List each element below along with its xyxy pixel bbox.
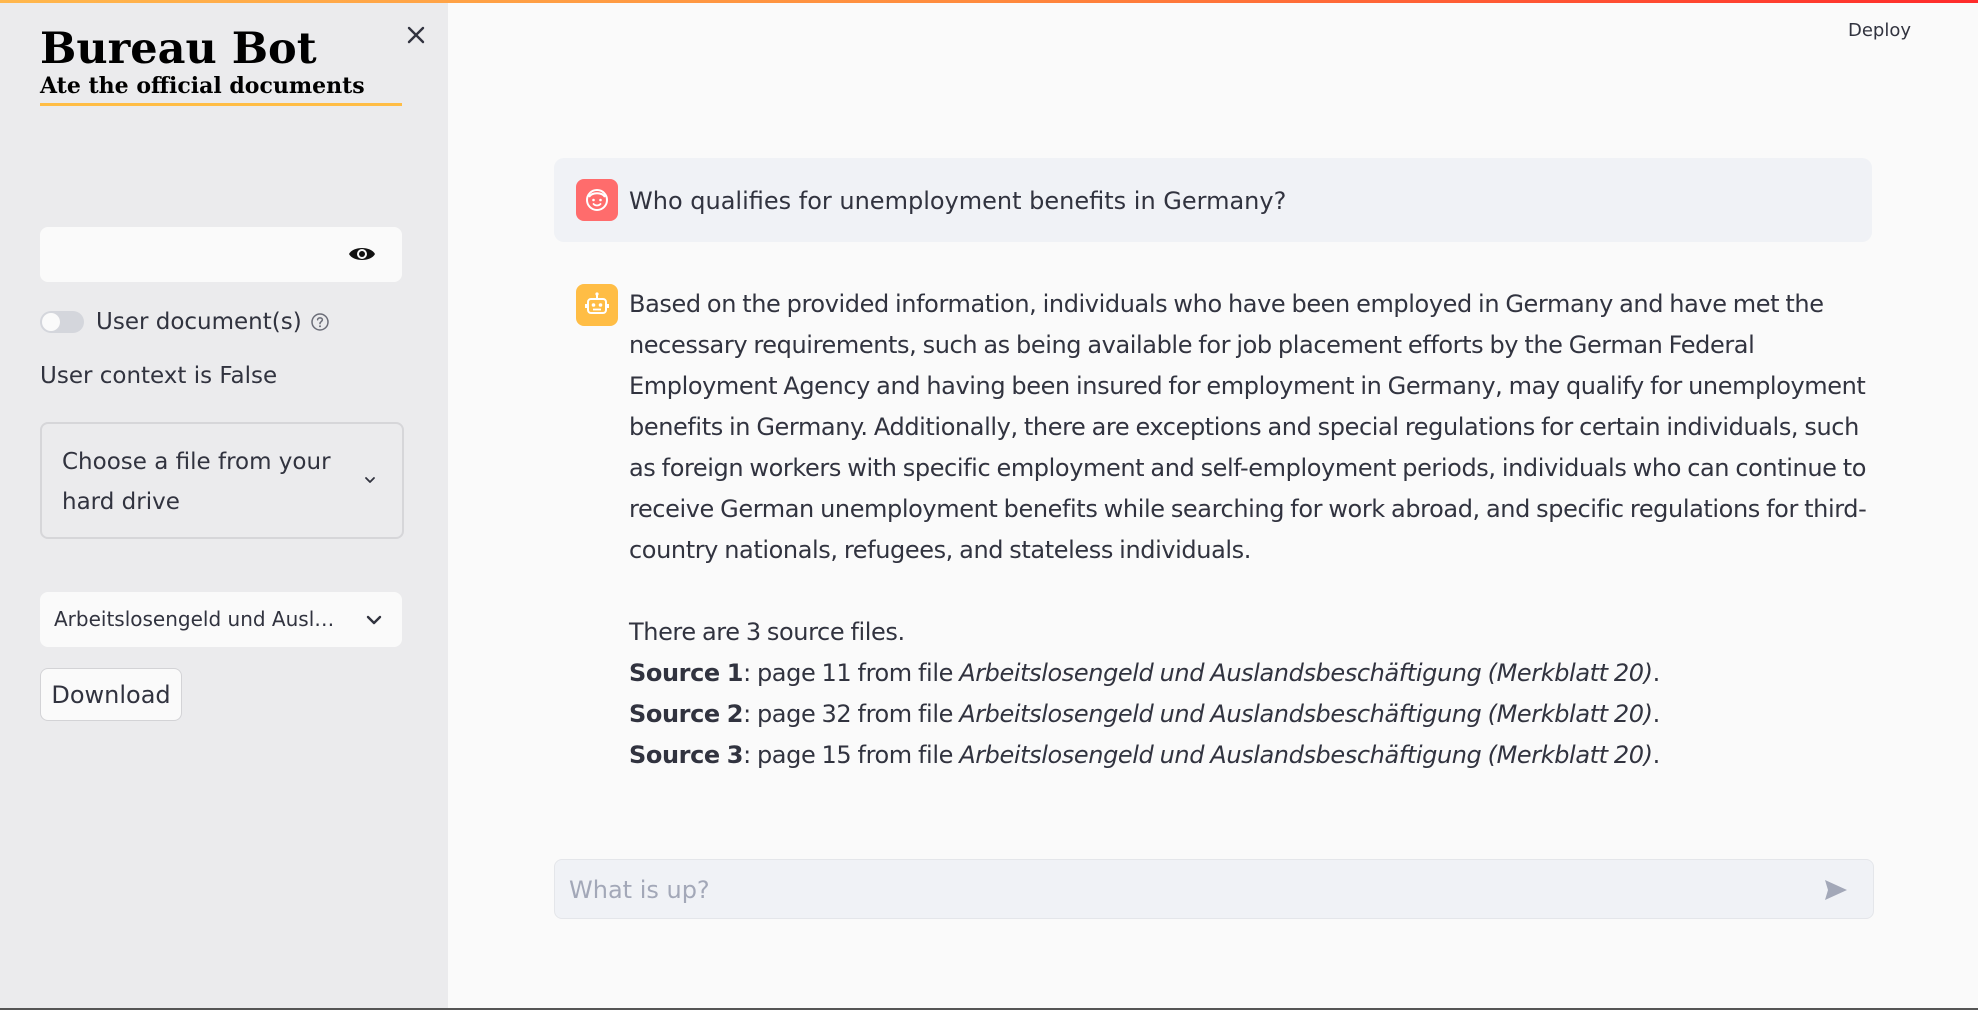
source-page: : page 11 from file bbox=[743, 659, 960, 687]
user-avatar bbox=[576, 179, 618, 221]
toggle-knob bbox=[42, 313, 60, 331]
chat-input[interactable] bbox=[567, 872, 1801, 908]
source-line: Source 1: page 11 from file Arbeitslosen… bbox=[629, 653, 1879, 694]
source-file: Arbeitslosengeld und Auslandsbeschäftigu… bbox=[959, 659, 1653, 687]
robot-icon bbox=[585, 292, 609, 314]
source-label: Source 2 bbox=[629, 700, 744, 728]
close-sidebar-button[interactable] bbox=[402, 21, 430, 49]
user-documents-toggle-row: User document(s) bbox=[40, 305, 330, 339]
source-page: : page 15 from file bbox=[743, 741, 960, 769]
source-end: . bbox=[1652, 700, 1661, 728]
download-button[interactable]: Download bbox=[40, 668, 182, 721]
source-line: Source 2: page 32 from file Arbeitslosen… bbox=[629, 694, 1879, 735]
app-subtitle: Ate the official documents bbox=[40, 71, 402, 106]
chevron-down-icon bbox=[366, 615, 382, 625]
document-select-value: Arbeitslosengeld und Auslan… bbox=[54, 607, 344, 631]
user-face-icon bbox=[586, 189, 608, 211]
close-icon bbox=[407, 26, 425, 44]
password-field[interactable] bbox=[40, 227, 402, 282]
chevron-down-icon bbox=[365, 477, 375, 483]
source-file: Arbeitslosengeld und Auslandsbeschäftigu… bbox=[959, 700, 1653, 728]
source-label: Source 1 bbox=[629, 659, 744, 687]
source-page: : page 32 from file bbox=[743, 700, 960, 728]
source-end: . bbox=[1652, 659, 1661, 687]
eye-icon[interactable] bbox=[348, 243, 376, 265]
user-message-text: Who qualifies for unemployment benefits … bbox=[629, 187, 1287, 215]
app-title: Bureau Bot bbox=[40, 24, 317, 74]
deploy-button[interactable]: Deploy bbox=[1848, 20, 1911, 41]
assistant-avatar bbox=[576, 284, 618, 326]
sources-summary: There are 3 source files. bbox=[629, 618, 905, 646]
source-label: Source 3 bbox=[629, 741, 744, 769]
user-documents-toggle[interactable] bbox=[40, 311, 84, 333]
toggle-label: User document(s) bbox=[96, 309, 302, 335]
source-file: Arbeitslosengeld und Auslandsbeschäftigu… bbox=[959, 741, 1653, 769]
chat-input-container bbox=[554, 859, 1874, 919]
help-icon[interactable] bbox=[310, 312, 330, 332]
sidebar: Bureau Bot Ate the official documents Us… bbox=[0, 3, 448, 1008]
source-line: Source 3: page 15 from file Arbeitslosen… bbox=[629, 735, 1879, 776]
send-icon[interactable] bbox=[1823, 878, 1849, 902]
assistant-message-text: Based on the provided information, indiv… bbox=[629, 284, 1879, 776]
source-end: . bbox=[1652, 741, 1661, 769]
assistant-answer: Based on the provided information, indiv… bbox=[629, 290, 1867, 564]
user-context-status: User context is False bbox=[40, 363, 278, 389]
chat-message-user: Who qualifies for unemployment benefits … bbox=[554, 158, 1872, 242]
document-select[interactable]: Arbeitslosengeld und Auslan… bbox=[40, 592, 402, 647]
file-uploader-label: Choose a file from your hard drive bbox=[62, 449, 331, 515]
file-uploader[interactable]: Choose a file from your hard drive bbox=[40, 422, 404, 539]
